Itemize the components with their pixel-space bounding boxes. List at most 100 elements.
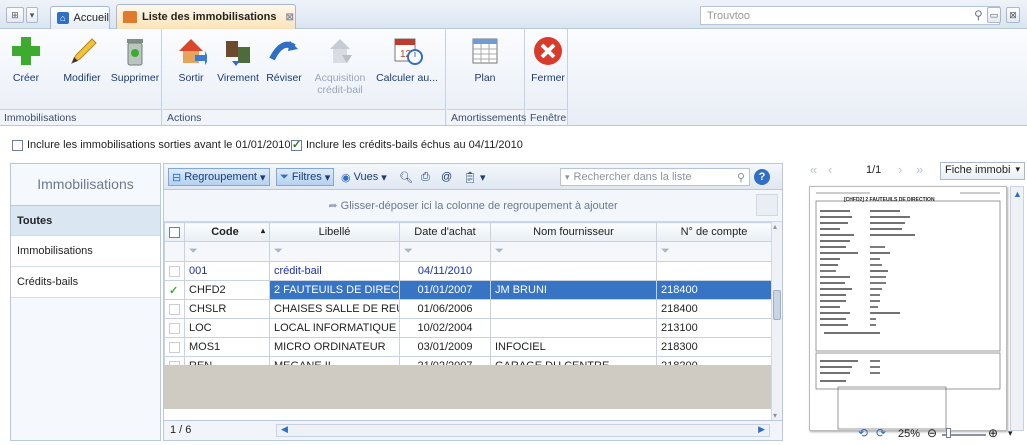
header-row: Code ▴ Libellé Date d'achat Nom fourniss… — [164, 222, 772, 242]
app-menu-dropdown-icon[interactable]: ▾ — [26, 7, 38, 23]
cell-date: 01/01/2007 — [399, 280, 491, 300]
ribbon-group-label: Amortissements — [447, 109, 526, 125]
row-checkbox[interactable] — [169, 303, 180, 315]
page-indicator: 1/1 — [866, 164, 882, 176]
column-header-date-achat[interactable]: Date d'achat — [399, 222, 491, 242]
modifier-button[interactable]: Modifier — [58, 33, 106, 84]
include-credits-option[interactable]: Inclure les crédits-bails échus au 04/11… — [291, 138, 523, 151]
grid-search-input[interactable]: ▾ Rechercher dans la liste ⚲ — [560, 168, 750, 186]
supprimer-button[interactable]: Supprimer — [110, 33, 160, 84]
report-select[interactable]: Fiche immobi ▾ — [940, 162, 1025, 180]
column-header-fournisseur[interactable]: Nom fournisseur — [490, 222, 657, 242]
table-row[interactable]: 001 crédit-bail 04/11/2010 — [164, 261, 772, 281]
column-header-libelle[interactable]: Libellé — [269, 222, 400, 242]
nav-item-toutes[interactable]: Toutes — [11, 205, 160, 236]
select-all-checkbox[interactable] — [169, 226, 180, 238]
row-checkbox-cell[interactable]: ✓ — [164, 280, 185, 300]
report-preview-panel: « ‹ 1/1 › » Fiche immobi ▾ [CHFD2] 2 FAU… — [806, 160, 1027, 445]
preview-doc-button[interactable]: 🔍︎ — [396, 168, 416, 186]
search-icon[interactable]: ⚲ — [974, 8, 983, 22]
scroll-down-icon[interactable]: ▾ — [773, 411, 777, 420]
sortir-button[interactable]: Sortir — [171, 33, 211, 84]
scroll-right-icon[interactable]: ▶ — [758, 424, 765, 435]
fermer-button[interactable]: Fermer — [528, 33, 568, 84]
tab-accueil[interactable]: ⌂ Accueil — [50, 6, 110, 29]
table-row[interactable]: MOS1 MICRO ORDINATEUR 03/01/2009 INFOCIE… — [164, 337, 772, 357]
filter-cell[interactable]: ⏷ — [399, 241, 491, 262]
help-icon[interactable]: ? — [754, 169, 770, 185]
nav-item-credits-bails[interactable]: Crédits-bails — [11, 267, 160, 298]
plan-button[interactable]: Plan — [465, 33, 505, 84]
zoom-out-icon[interactable]: ⊖ — [927, 426, 937, 440]
column-label: Code — [211, 226, 239, 238]
filtres-button[interactable]: ⏷ Filtres ▾ — [276, 168, 335, 186]
window-close-icon[interactable]: ⊠ — [1006, 7, 1020, 23]
regroupement-icon: ⊟ — [172, 171, 182, 184]
chevron-down-icon: ▾ — [381, 171, 387, 184]
app-menu-icon[interactable]: ⊞ — [6, 7, 24, 23]
last-page-icon[interactable]: » — [916, 162, 923, 177]
select-all-header[interactable] — [164, 222, 185, 242]
preview-vertical-scrollbar[interactable]: ▲ — [1010, 186, 1024, 431]
row-checkbox-cell[interactable] — [164, 318, 185, 338]
next-page-icon[interactable]: › — [898, 162, 902, 177]
group-drop-zone[interactable]: ➦ Glisser-déposer ici la colonne de regr… — [164, 190, 782, 222]
cell-compte: 218400 — [656, 299, 772, 319]
vues-button[interactable]: ◉ Vues ▾ — [338, 168, 390, 186]
virement-button[interactable]: Virement — [215, 33, 261, 84]
acquisition-label-line1: Acquisition — [314, 72, 366, 84]
zoom-in-icon[interactable]: ⊕ — [988, 426, 998, 440]
scroll-up-icon[interactable]: ▴ — [773, 222, 777, 231]
global-search-input[interactable]: Trouvtoo — [700, 6, 1000, 25]
tab-close-icon[interactable]: ⊠ — [285, 12, 293, 23]
zoom-slider-thumb[interactable] — [946, 428, 951, 438]
filter-cell[interactable]: ⏷ — [656, 241, 772, 262]
column-header-code[interactable]: Code ▴ — [184, 222, 270, 242]
table-row[interactable]: LOC LOCAL INFORMATIQUE 10/02/2004 213100 — [164, 318, 772, 338]
row-checkbox[interactable] — [169, 341, 180, 353]
creer-button[interactable]: Créer — [6, 33, 46, 84]
filter-cell[interactable]: ⏷ — [184, 241, 270, 262]
row-checkbox[interactable] — [169, 265, 180, 277]
include-sorties-option[interactable]: Inclure les immobilisations sorties avan… — [12, 139, 291, 151]
row-checkbox[interactable] — [169, 322, 180, 334]
row-checkbox-cell[interactable] — [164, 299, 185, 319]
ribbon-group-amortissements: Plan Amortissements — [447, 29, 526, 125]
global-search-placeholder: Trouvtoo — [707, 10, 751, 22]
filter-cell[interactable]: ⏷ — [269, 241, 400, 262]
nav-item-immobilisations[interactable]: Immobilisations — [11, 236, 160, 267]
nav-item-label: Toutes — [17, 215, 53, 227]
scrollbar-thumb[interactable] — [773, 290, 781, 320]
scroll-left-icon[interactable]: ◀ — [281, 424, 288, 435]
calculer-au-button[interactable]: 12 Calculer au... — [375, 33, 439, 84]
rotate-right-icon[interactable]: ⟳ — [876, 426, 886, 440]
include-sorties-checkbox[interactable] — [12, 139, 23, 151]
search-icon: ⚲ — [736, 171, 745, 184]
first-page-icon[interactable]: « — [810, 162, 817, 177]
window-restore-icon[interactable]: ▭ — [987, 7, 1001, 23]
table-row[interactable]: CHSLR CHAISES SALLE DE REUI 01/06/2006 2… — [164, 299, 772, 319]
email-button[interactable]: @ — [438, 168, 455, 186]
row-checkbox-cell[interactable] — [164, 337, 185, 357]
horizontal-scrollbar[interactable]: ◀ ▶ — [276, 424, 770, 437]
regroupement-button[interactable]: ⊟ Regroupement ▾ — [168, 168, 270, 186]
tab-liste-immobilisations[interactable]: Liste des immobilisations ⊠ — [116, 4, 296, 29]
reviser-button[interactable]: Réviser — [263, 33, 305, 84]
column-header-compte[interactable]: N° de compte — [656, 222, 772, 242]
vertical-scrollbar[interactable]: ▴ ▾ — [771, 222, 782, 420]
table-row[interactable]: ✓ CHFD2 2 FAUTEUILS DE DIRECT 01/01/2007… — [164, 280, 772, 300]
acquisition-credit-bail-button[interactable]: Acquisition crédit-bail — [311, 33, 369, 96]
print-icon: ⎙ — [421, 170, 430, 183]
scroll-up-icon[interactable]: ▲ — [1013, 189, 1022, 199]
filter-cell[interactable]: ⏷ — [490, 241, 657, 262]
data-table: Code ▴ Libellé Date d'achat Nom fourniss… — [164, 222, 772, 376]
ribbon: Créer Modifier Supprimer Immobilisations… — [0, 29, 1027, 126]
prev-page-icon[interactable]: ‹ — [828, 162, 832, 177]
export-button[interactable]: 📋︎ ▾ — [460, 168, 489, 186]
rotate-left-icon[interactable]: ⟲ — [858, 426, 868, 440]
include-credits-checkbox[interactable] — [291, 138, 302, 151]
cell-fournisseur: INFOCIEL — [490, 337, 657, 357]
row-checkbox-cell[interactable] — [164, 261, 185, 281]
zoom-dropdown-icon[interactable]: ▾ — [1008, 428, 1013, 439]
print-button[interactable]: ⎙ — [418, 168, 433, 186]
